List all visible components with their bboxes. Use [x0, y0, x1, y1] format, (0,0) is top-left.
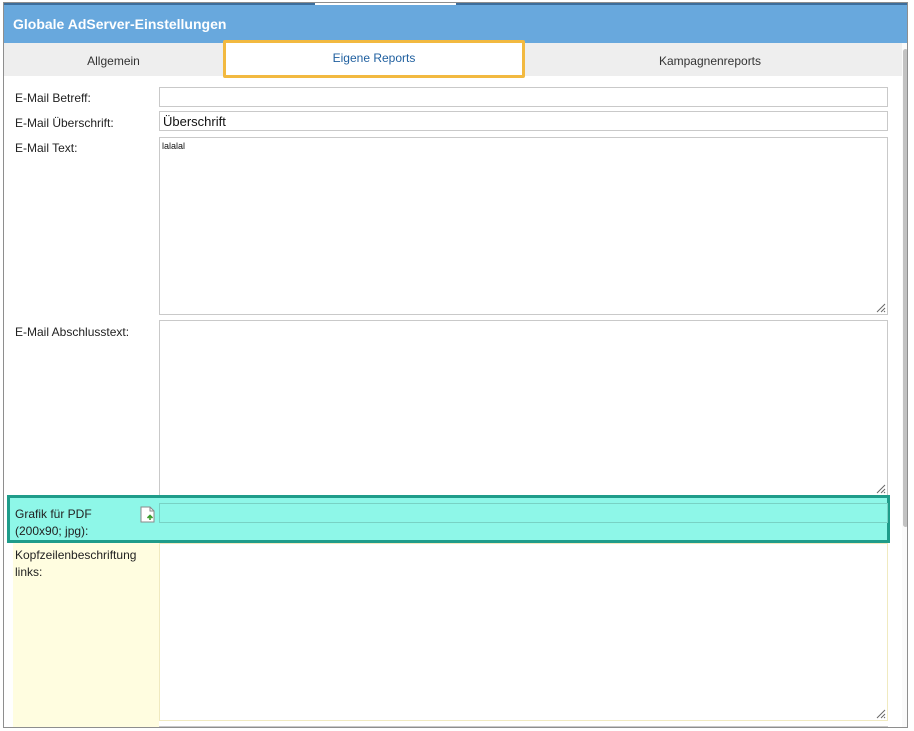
- pdf-graphic-input[interactable]: [159, 503, 888, 523]
- tab-kampagnenreports[interactable]: Kampagnenreports: [525, 43, 895, 76]
- email-heading-input[interactable]: [159, 111, 888, 131]
- resize-grip-icon[interactable]: [874, 301, 886, 313]
- email-text-label: E-Mail Text:: [15, 141, 78, 155]
- scrollbar-thumb[interactable]: [903, 49, 907, 527]
- email-text-area[interactable]: lalalal: [159, 137, 888, 315]
- email-heading-label: E-Mail Überschrift:: [15, 116, 114, 130]
- header-left-label-line2: links:: [15, 565, 43, 579]
- email-subject-label: E-Mail Betreff:: [15, 91, 91, 105]
- settings-dialog: Globale AdServer-Einstellungen Allgemein…: [3, 2, 908, 728]
- header-left-label-line1: Kopfzeilenbeschriftung: [15, 548, 137, 562]
- header-left-area[interactable]: [159, 543, 888, 721]
- email-closing-area[interactable]: [159, 320, 888, 496]
- tab-bar: Allgemein Eigene Reports Kampagnenreport…: [4, 40, 907, 78]
- pdf-graphic-label-line1: Grafik für PDF: [15, 507, 92, 521]
- dialog-title: Globale AdServer-Einstellungen: [4, 5, 907, 43]
- email-subject-input[interactable]: [159, 87, 888, 107]
- pdf-graphic-label-line2: (200x90; jpg):: [15, 524, 89, 538]
- resize-grip-icon[interactable]: [874, 482, 886, 494]
- next-field-edge: [159, 726, 888, 727]
- file-upload-icon[interactable]: [140, 506, 156, 523]
- email-closing-label: E-Mail Abschlusstext:: [15, 325, 130, 339]
- tab-allgemein[interactable]: Allgemein: [4, 43, 223, 76]
- resize-grip-icon[interactable]: [874, 707, 886, 719]
- email-text-value: lalalal: [162, 141, 186, 151]
- scrollbar[interactable]: [902, 43, 907, 727]
- tab-eigene-reports[interactable]: Eigene Reports: [223, 40, 525, 78]
